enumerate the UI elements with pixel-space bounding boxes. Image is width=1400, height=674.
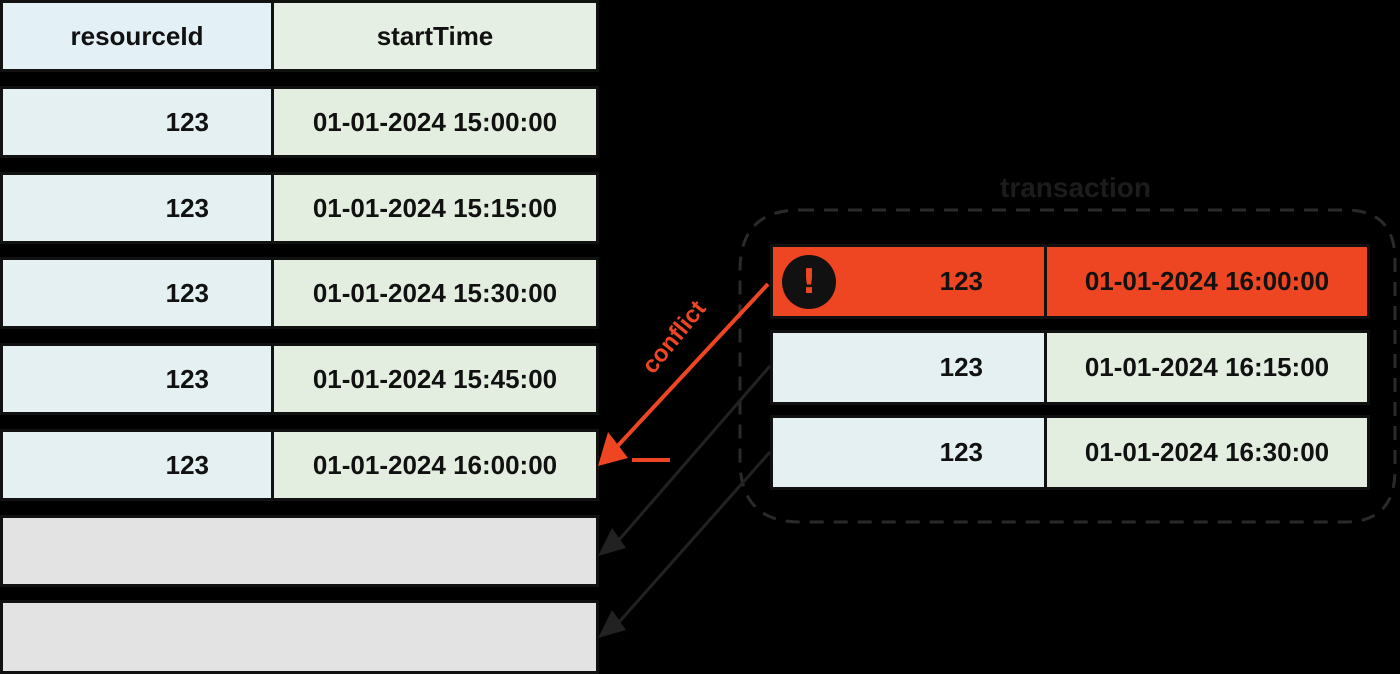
conflict-arrow — [610, 282, 770, 454]
transaction-label: transaction — [1000, 172, 1151, 203]
diagram: resourceId startTime 123 01-01-2024 15:0… — [0, 0, 1400, 674]
insert-arrow-2-head — [598, 610, 626, 638]
table-row-3-resource-id: 123 — [0, 257, 274, 329]
insert-arrow-1 — [610, 365, 772, 549]
transaction-row-2-start-time: 01-01-2024 16:15:00 — [1044, 330, 1370, 405]
cell-value: 123 — [165, 277, 209, 308]
table-row-1-start-time: 01-01-2024 15:00:00 — [271, 86, 599, 158]
transaction-row-3-resource-id: 123 — [770, 415, 1048, 490]
conflict-arrow-head — [598, 432, 628, 466]
cell-value: 123 — [939, 352, 983, 382]
table-row-1-resource-id: 123 — [0, 86, 274, 158]
empty-row-1 — [0, 515, 599, 587]
table-row-3-start-time: 01-01-2024 15:30:00 — [271, 257, 599, 329]
cell-value: 123 — [165, 192, 209, 223]
table-row-5-start-time: 01-01-2024 16:00:00 — [271, 429, 599, 501]
transaction-row-1-start-time: 01-01-2024 16:00:00 — [1044, 244, 1370, 319]
cell-value: 01-01-2024 15:00:00 — [312, 106, 558, 137]
header-start-time: startTime — [271, 0, 599, 72]
table-row-4-resource-id: 123 — [0, 343, 274, 415]
conflict-label: conflict — [637, 296, 712, 379]
cell-value: 123 — [165, 363, 209, 394]
insert-arrow-1-head — [598, 528, 626, 556]
cell-value: 01-01-2024 15:15:00 — [312, 192, 558, 223]
header-start-time-label: startTime — [376, 20, 494, 51]
cell-value: 123 — [939, 266, 983, 296]
cell-value: 01-01-2024 16:30:00 — [1084, 437, 1330, 467]
exclamation-icon: ! — [782, 255, 836, 309]
cell-value: 01-01-2024 16:15:00 — [1084, 352, 1330, 382]
table-row-4-start-time: 01-01-2024 15:45:00 — [271, 343, 599, 415]
table-row-5-resource-id: 123 — [0, 429, 274, 501]
cell-value: 123 — [939, 437, 983, 467]
cell-value: 123 — [165, 106, 209, 137]
cell-value: 01-01-2024 15:30:00 — [312, 277, 558, 308]
cell-value: 01-01-2024 16:00:00 — [1084, 266, 1330, 296]
empty-row-2 — [0, 600, 599, 674]
cell-value: 01-01-2024 15:45:00 — [312, 363, 558, 394]
insert-arrow-2 — [610, 451, 772, 631]
transaction-row-3-start-time: 01-01-2024 16:30:00 — [1044, 415, 1370, 490]
cell-value: 01-01-2024 16:00:00 — [312, 449, 558, 480]
table-row-2-resource-id: 123 — [0, 172, 274, 244]
transaction-row-2-resource-id: 123 — [770, 330, 1048, 405]
header-resource-id: resourceId — [0, 0, 274, 72]
cell-value: 123 — [165, 449, 209, 480]
header-resource-id-label: resourceId — [70, 20, 204, 51]
table-row-2-start-time: 01-01-2024 15:15:00 — [271, 172, 599, 244]
